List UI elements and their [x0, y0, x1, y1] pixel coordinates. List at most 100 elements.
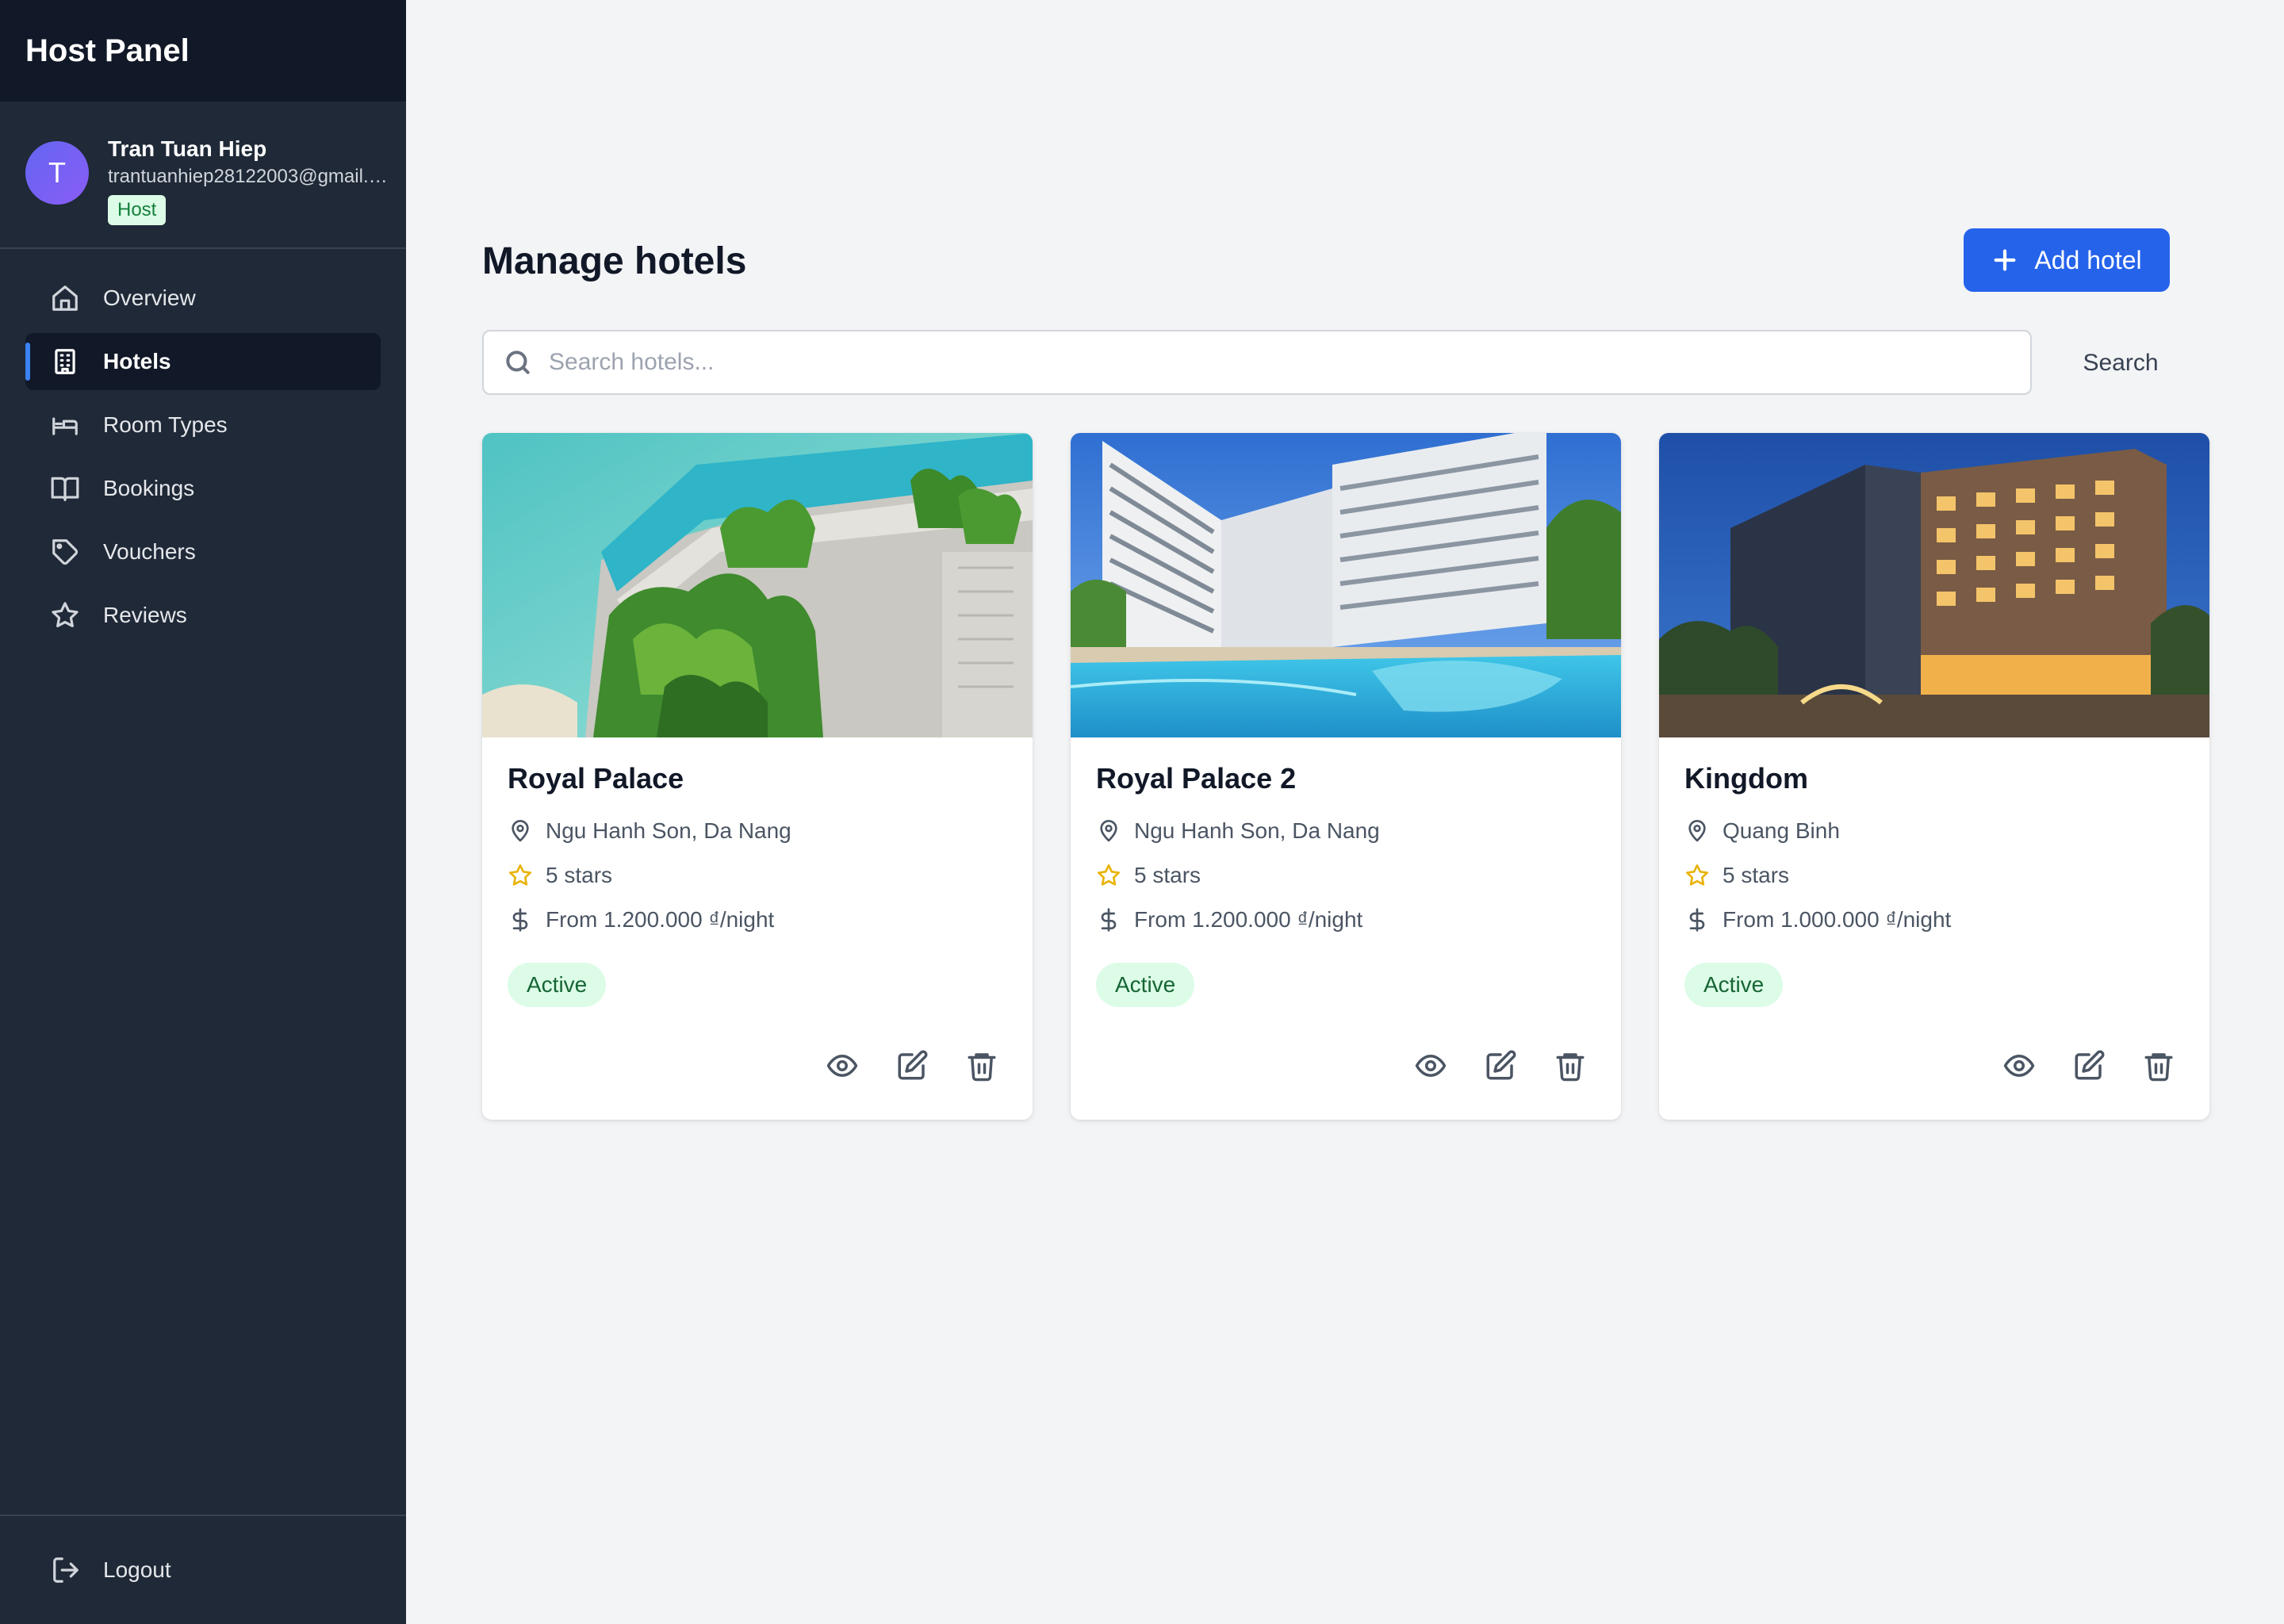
hotel-image: [1071, 433, 1621, 737]
hotel-card-body: Royal Palace Ngu Hanh Son, Da Nang 5 sta…: [482, 737, 1033, 1007]
eye-icon: [1415, 1055, 1447, 1077]
edit-button[interactable]: [1481, 1047, 1519, 1085]
bed-icon: [49, 409, 81, 441]
hotel-card: Kingdom Quang Binh 5 stars From 1.000.00…: [1659, 433, 2209, 1120]
add-hotel-label: Add hotel: [2034, 245, 2142, 274]
hotel-name: Kingdom: [1684, 762, 1808, 795]
eye-icon: [826, 1055, 858, 1077]
sidebar-item-label: Reviews: [103, 603, 187, 627]
edit-icon: [898, 1050, 928, 1080]
hotel-price: From 1.200.000 ₫/night: [508, 898, 1007, 942]
hotel-location-text: Ngu Hanh Son, Da Nang: [546, 818, 791, 843]
search-icon: [506, 350, 530, 374]
logout-button[interactable]: Logout: [51, 1548, 171, 1592]
hotel-card: Royal Palace 2 Ngu Hanh Son, Da Nang 5 s…: [1071, 433, 1621, 1120]
hotel-location: Quang Binh: [1684, 809, 2184, 853]
sidebar-item-reviews[interactable]: Reviews: [25, 587, 381, 644]
avatar: T: [25, 141, 89, 205]
dollar-icon: [512, 908, 528, 932]
sidebar-item-bookings[interactable]: Bookings: [25, 460, 381, 517]
eye-icon: [2003, 1055, 2035, 1077]
building-icon: [49, 346, 81, 377]
edit-button[interactable]: [893, 1047, 931, 1085]
add-hotel-button[interactable]: Add hotel: [1964, 228, 2170, 292]
hotel-image: [1659, 433, 2209, 737]
search-input[interactable]: [549, 349, 1976, 376]
sidebar-item-hotels[interactable]: Hotels: [25, 333, 381, 390]
hotel-price: From 1.200.000 ₫/night: [1096, 898, 1596, 942]
star-icon: [509, 864, 531, 886]
sidebar-item-room-types[interactable]: Room Types: [25, 396, 381, 454]
map-pin-icon: [1688, 820, 1706, 842]
sidebar-header: Host Panel: [0, 0, 406, 102]
delete-button[interactable]: [2140, 1047, 2178, 1085]
user-name: Tran Tuan Hiep: [108, 136, 267, 161]
logout-label: Logout: [103, 1557, 171, 1582]
trash-icon: [1556, 1053, 1585, 1082]
hotel-list: Royal Palace Ngu Hanh Son, Da Nang 5 sta…: [482, 433, 2209, 1120]
map-pin-icon: [512, 820, 529, 842]
hotel-card-body: Kingdom Quang Binh 5 stars From 1.000.00…: [1659, 737, 2209, 1007]
view-button[interactable]: [1412, 1047, 1450, 1085]
sidebar-item-label: Overview: [103, 285, 196, 310]
delete-button[interactable]: [1551, 1047, 1589, 1085]
app-title: Host Panel: [25, 33, 190, 68]
user-profile: T Tran Tuan Hiep trantuanhiep28122003@gm…: [0, 102, 406, 249]
sidebar-item-overview[interactable]: Overview: [25, 270, 381, 327]
hotel-image: [482, 433, 1033, 737]
sidebar-item-vouchers[interactable]: Vouchers: [25, 523, 381, 580]
star-icon: [1686, 864, 1708, 886]
sidebar-item-label: Hotels: [103, 349, 171, 373]
hotel-price: From 1.000.000 ₫/night: [1684, 898, 2184, 942]
hotel-location-text: Ngu Hanh Son, Da Nang: [1134, 818, 1380, 843]
hotel-location-text: Quang Binh: [1723, 818, 1840, 843]
hotel-name: Royal Palace: [508, 762, 684, 795]
delete-button[interactable]: [963, 1047, 1001, 1085]
trash-icon: [968, 1053, 996, 1082]
sidebar-item-label: Room Types: [103, 412, 228, 437]
hotel-rating: 5 stars: [1684, 853, 2184, 898]
hotel-rating-text: 5 stars: [546, 863, 613, 887]
user-email: trantuanhiep28122003@gmail.com: [108, 166, 393, 187]
hotel-price-text: From 1.200.000 ₫/night: [546, 907, 775, 932]
dollar-icon: [1689, 908, 1705, 932]
search-box: [482, 330, 2032, 395]
hotel-card-body: Royal Palace 2 Ngu Hanh Son, Da Nang 5 s…: [1071, 737, 1621, 1007]
user-info: Tran Tuan Hiep trantuanhiep28122003@gmai…: [108, 135, 393, 225]
status-badge: Active: [508, 963, 607, 1007]
trash-icon: [2144, 1053, 2173, 1082]
view-button[interactable]: [2000, 1047, 2038, 1085]
view-button[interactable]: [823, 1047, 861, 1085]
sidebar-item-label: Vouchers: [103, 539, 196, 564]
sidebar-item-label: Bookings: [103, 476, 195, 500]
book-icon: [49, 473, 81, 504]
edit-icon: [1486, 1050, 1516, 1080]
logout-icon: [53, 1557, 79, 1583]
star-icon: [49, 599, 81, 631]
hotel-actions: [2000, 1047, 2178, 1085]
search-button[interactable]: Search: [2065, 336, 2176, 390]
hotel-price-text: From 1.000.000 ₫/night: [1723, 907, 1952, 932]
role-badge: Host: [108, 195, 167, 225]
dollar-icon: [1101, 908, 1117, 932]
sidebar-nav: Overview Hotels Room Types Bookings Vouc…: [0, 249, 406, 644]
edit-button[interactable]: [2070, 1047, 2108, 1085]
main-content: Manage hotels Add hotel Search hotels...…: [406, 0, 2284, 1624]
hotel-card: Royal Palace Ngu Hanh Son, Da Nang 5 sta…: [482, 433, 1033, 1120]
hotel-price-text: From 1.200.000 ₫/night: [1134, 907, 1363, 932]
page-title: Manage hotels: [482, 240, 747, 282]
plus-icon: [1994, 249, 2016, 271]
hotel-location: Ngu Hanh Son, Da Nang: [1096, 809, 1596, 853]
hotel-actions: [823, 1047, 1001, 1085]
map-pin-icon: [1100, 820, 1117, 842]
status-badge: Active: [1684, 963, 1784, 1007]
hotel-rating: 5 stars: [1096, 853, 1596, 898]
edit-icon: [2075, 1050, 2105, 1080]
tag-icon: [49, 536, 81, 568]
hotel-rating-text: 5 stars: [1723, 863, 1790, 887]
hotel-actions: [1412, 1047, 1589, 1085]
sidebar: Host Panel T Tran Tuan Hiep trantuanhiep…: [0, 0, 406, 1624]
hotel-rating-text: 5 stars: [1134, 863, 1201, 887]
hotel-name: Royal Palace 2: [1096, 762, 1297, 795]
hotel-location: Ngu Hanh Son, Da Nang: [508, 809, 1007, 853]
